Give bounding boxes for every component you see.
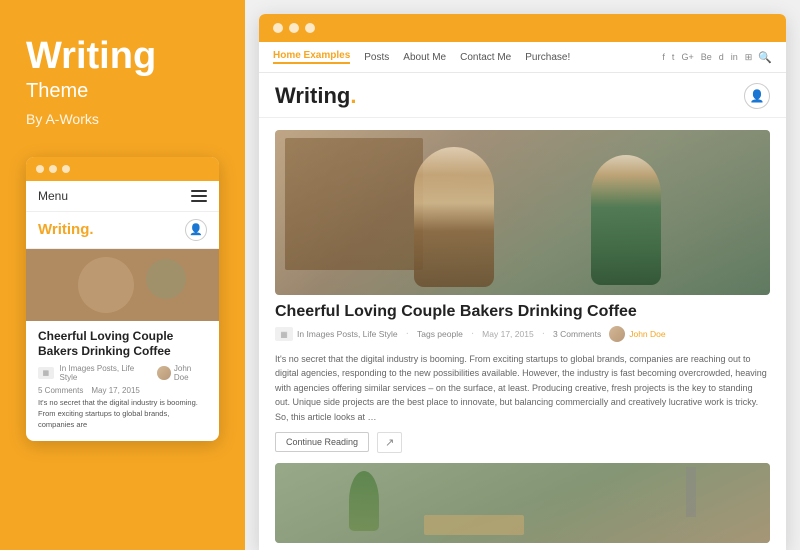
browser-dot-maximize bbox=[305, 23, 315, 33]
post-hero-image bbox=[275, 130, 770, 295]
post-author-avatar bbox=[609, 326, 625, 342]
mobile-date: May 17, 2015 bbox=[91, 386, 139, 395]
mobile-preview-card: Menu Writing. 👤 Cheerful Loving Couple B… bbox=[26, 157, 219, 441]
mobile-menu-bar[interactable]: Menu bbox=[26, 181, 219, 212]
hamburger-line bbox=[191, 190, 207, 192]
mobile-post-excerpt: It's no secret that the digital industry… bbox=[26, 397, 219, 441]
share-button[interactable]: ↗ bbox=[377, 432, 402, 453]
search-icon[interactable]: 🔍 bbox=[758, 51, 772, 64]
category-icon: ▦ bbox=[275, 327, 293, 341]
mobile-menu-label: Menu bbox=[38, 189, 68, 203]
second-post-image bbox=[275, 463, 770, 543]
post-title: Cheerful Loving Couple Bakers Drinking C… bbox=[275, 303, 770, 321]
mobile-post-image-overlay bbox=[26, 249, 219, 321]
theme-title: Writing Theme bbox=[26, 36, 219, 103]
hero-figure-female bbox=[591, 155, 661, 285]
post-comments: 3 Comments bbox=[553, 329, 601, 339]
hero-shelf bbox=[285, 138, 424, 270]
post-category-block: ▦ In Images Posts, Life Style bbox=[275, 327, 398, 341]
second-post-lamp bbox=[686, 467, 696, 517]
browser-top-bar bbox=[259, 14, 786, 42]
hero-figure-male bbox=[414, 147, 494, 287]
meta-separator-2: · bbox=[471, 329, 474, 340]
post-tags-block: Tags people bbox=[417, 329, 463, 339]
nav-posts[interactable]: Posts bbox=[364, 52, 389, 63]
mobile-post-title: Cheerful Loving Couple Bakers Drinking C… bbox=[26, 321, 219, 364]
hamburger-line bbox=[191, 200, 207, 202]
second-post-plant bbox=[349, 471, 379, 531]
post-info: Cheerful Loving Couple Bakers Drinking C… bbox=[259, 295, 786, 352]
mobile-dot-1 bbox=[36, 165, 44, 173]
browser-dot-minimize bbox=[289, 23, 299, 33]
instagram-icon[interactable]: in bbox=[731, 52, 738, 62]
nav-contact[interactable]: Contact Me bbox=[460, 52, 511, 63]
meta-separator-1: · bbox=[406, 329, 409, 340]
site-navigation: Home Examples Posts About Me Contact Me … bbox=[259, 42, 786, 73]
site-logo-accent: . bbox=[350, 83, 356, 108]
mobile-user-avatar[interactable]: 👤 bbox=[185, 219, 207, 241]
nav-right: f t G+ Be d in ⊞ 🔍 bbox=[662, 51, 772, 64]
googleplus-icon[interactable]: G+ bbox=[681, 52, 693, 62]
post-meta: ▦ In Images Posts, Life Style · Tags peo… bbox=[275, 326, 770, 342]
post-date: May 17, 2015 bbox=[482, 329, 534, 339]
mobile-comments: 5 Comments bbox=[38, 386, 83, 395]
mobile-category-icon: ▦ bbox=[38, 367, 54, 379]
mobile-logo-dot: . bbox=[89, 221, 93, 238]
mobile-author-name: John Doe bbox=[174, 364, 207, 382]
mobile-author-avatar bbox=[157, 366, 171, 380]
meta-separator-3: · bbox=[542, 329, 545, 340]
mobile-site-logo: Writing. bbox=[38, 221, 94, 238]
left-panel: Writing Theme By A-Works Menu Writing. 👤 bbox=[0, 0, 245, 550]
browser-dot-close bbox=[273, 23, 283, 33]
second-post-table bbox=[424, 515, 524, 535]
mobile-category-text: In Images Posts, Life Style bbox=[60, 364, 152, 382]
post-excerpt: It's no secret that the digital industry… bbox=[259, 352, 786, 424]
facebook-icon[interactable]: f bbox=[662, 52, 665, 62]
post-category: In Images Posts, Life Style bbox=[297, 329, 398, 339]
nav-home-examples[interactable]: Home Examples bbox=[273, 50, 350, 64]
mobile-post-image bbox=[26, 249, 219, 321]
browser-window: Home Examples Posts About Me Contact Me … bbox=[259, 14, 786, 550]
mobile-dot-3 bbox=[62, 165, 70, 173]
rss-icon[interactable]: ⊞ bbox=[745, 52, 753, 63]
main-content: Cheerful Loving Couple Bakers Drinking C… bbox=[259, 118, 786, 550]
theme-byline: By A-Works bbox=[26, 111, 219, 127]
nav-about[interactable]: About Me bbox=[403, 52, 446, 63]
post-author-name: John Doe bbox=[629, 329, 665, 339]
hamburger-icon[interactable] bbox=[191, 190, 207, 202]
post-actions: Continue Reading ↗ bbox=[259, 424, 786, 463]
dribbble-icon[interactable]: d bbox=[719, 52, 724, 62]
site-logo: Writing. bbox=[275, 83, 356, 109]
mobile-post-meta: ▦ In Images Posts, Life Style John Doe bbox=[26, 364, 219, 386]
nav-purchase[interactable]: Purchase! bbox=[525, 52, 570, 63]
behance-icon[interactable]: Be bbox=[701, 52, 712, 62]
nav-links: Home Examples Posts About Me Contact Me … bbox=[273, 50, 570, 64]
continue-reading-button[interactable]: Continue Reading bbox=[275, 432, 369, 452]
mobile-meta-row2: 5 Comments May 17, 2015 bbox=[26, 386, 219, 397]
mobile-top-bar bbox=[26, 157, 219, 181]
mobile-logo-bar: Writing. 👤 bbox=[26, 212, 219, 249]
site-header: Writing. 👤 bbox=[259, 73, 786, 118]
mobile-meta-user: John Doe bbox=[157, 364, 207, 382]
hamburger-line bbox=[191, 195, 207, 197]
site-user-avatar[interactable]: 👤 bbox=[744, 83, 770, 109]
post-author-block: John Doe bbox=[609, 326, 665, 342]
right-panel: Home Examples Posts About Me Contact Me … bbox=[245, 0, 800, 550]
mobile-dot-2 bbox=[49, 165, 57, 173]
post-tags: Tags people bbox=[417, 329, 463, 339]
twitter-icon[interactable]: t bbox=[672, 52, 675, 62]
social-icons: f t G+ Be d in ⊞ bbox=[662, 52, 752, 63]
